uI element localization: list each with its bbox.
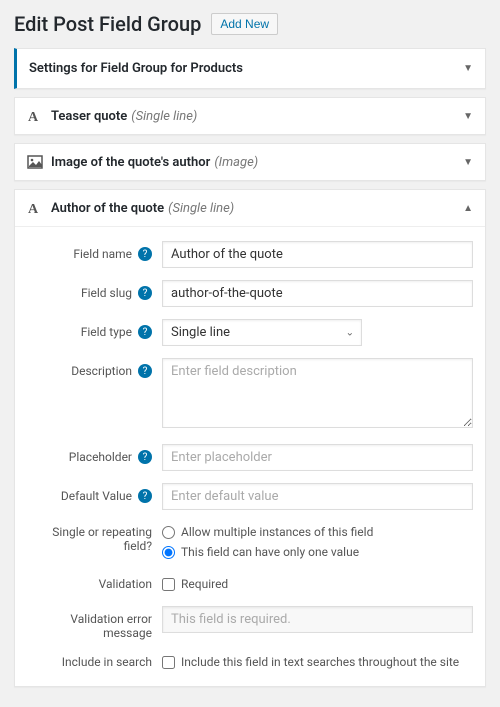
panel-teaser-type: (Single line) xyxy=(131,109,197,124)
panel-teaser-title: Teaser quote xyxy=(51,109,127,124)
description-textarea[interactable] xyxy=(162,358,473,428)
validation-msg-label: Validation error message xyxy=(27,612,152,640)
placeholder-input[interactable] xyxy=(162,444,473,471)
chevron-down-icon: ▼ xyxy=(463,157,473,168)
panel-author: A Author of the quote (Single line) ▲ Fi… xyxy=(14,189,486,687)
repeating-multi-text: Allow multiple instances of this field xyxy=(181,525,373,539)
panel-image-type: (Image) xyxy=(214,155,258,170)
field-type-select[interactable] xyxy=(162,319,362,346)
include-search-checkbox[interactable] xyxy=(162,656,175,669)
field-name-label: Field name xyxy=(73,247,132,261)
field-name-input[interactable] xyxy=(162,241,473,268)
required-text: Required xyxy=(181,577,228,591)
svg-text:A: A xyxy=(28,110,39,124)
placeholder-label: Placeholder xyxy=(69,450,132,464)
panel-settings-title: Settings for Field Group for Products xyxy=(29,61,243,76)
repeating-single-option[interactable]: This field can have only one value xyxy=(162,542,473,562)
chevron-down-icon: ▼ xyxy=(463,63,473,74)
repeating-multi-radio[interactable] xyxy=(162,526,175,539)
panel-settings: Settings for Field Group for Products ▼ xyxy=(14,48,486,89)
include-search-option[interactable]: Include this field in text searches thro… xyxy=(162,652,473,672)
default-value-input[interactable] xyxy=(162,483,473,510)
help-icon[interactable]: ? xyxy=(138,450,152,464)
help-icon[interactable]: ? xyxy=(138,489,152,503)
image-type-icon xyxy=(27,154,43,170)
add-new-button[interactable]: Add New xyxy=(211,13,278,35)
panel-image-title: Image of the quote's author xyxy=(51,155,210,170)
validation-label: Validation xyxy=(99,577,152,591)
description-label: Description xyxy=(71,364,132,378)
field-slug-label: Field slug xyxy=(81,286,132,300)
repeating-multi-option[interactable]: Allow multiple instances of this field xyxy=(162,522,473,542)
field-type-label: Field type xyxy=(81,325,132,339)
panel-teaser-header[interactable]: A Teaser quote (Single line) ▼ xyxy=(15,98,485,134)
panel-image: Image of the quote's author (Image) ▼ xyxy=(14,143,486,181)
help-icon[interactable]: ? xyxy=(138,247,152,261)
panel-author-title: Author of the quote xyxy=(51,201,164,216)
chevron-down-icon: ▼ xyxy=(463,111,473,122)
panel-teaser: A Teaser quote (Single line) ▼ xyxy=(14,97,486,135)
help-icon[interactable]: ? xyxy=(138,364,152,378)
required-option[interactable]: Required xyxy=(162,574,473,594)
help-icon[interactable]: ? xyxy=(138,325,152,339)
repeating-single-text: This field can have only one value xyxy=(181,545,359,559)
svg-text:A: A xyxy=(28,202,39,216)
field-slug-input[interactable] xyxy=(162,280,473,307)
repeating-single-radio[interactable] xyxy=(162,546,175,559)
include-search-text: Include this field in text searches thro… xyxy=(181,655,459,669)
repeating-label: Single or repeating field? xyxy=(27,525,152,553)
validation-msg-input xyxy=(162,606,473,633)
panel-settings-header[interactable]: Settings for Field Group for Products ▼ xyxy=(17,49,485,88)
text-type-icon: A xyxy=(27,200,43,216)
panel-author-header[interactable]: A Author of the quote (Single line) ▲ xyxy=(15,190,485,226)
panel-author-type: (Single line) xyxy=(168,201,234,216)
include-search-label: Include in search xyxy=(62,655,152,669)
help-icon[interactable]: ? xyxy=(138,286,152,300)
default-value-label: Default Value xyxy=(61,489,132,503)
required-checkbox[interactable] xyxy=(162,578,175,591)
chevron-up-icon: ▲ xyxy=(463,203,473,214)
text-type-icon: A xyxy=(27,108,43,124)
page-title: Edit Post Field Group xyxy=(14,12,201,36)
panel-image-header[interactable]: Image of the quote's author (Image) ▼ xyxy=(15,144,485,180)
